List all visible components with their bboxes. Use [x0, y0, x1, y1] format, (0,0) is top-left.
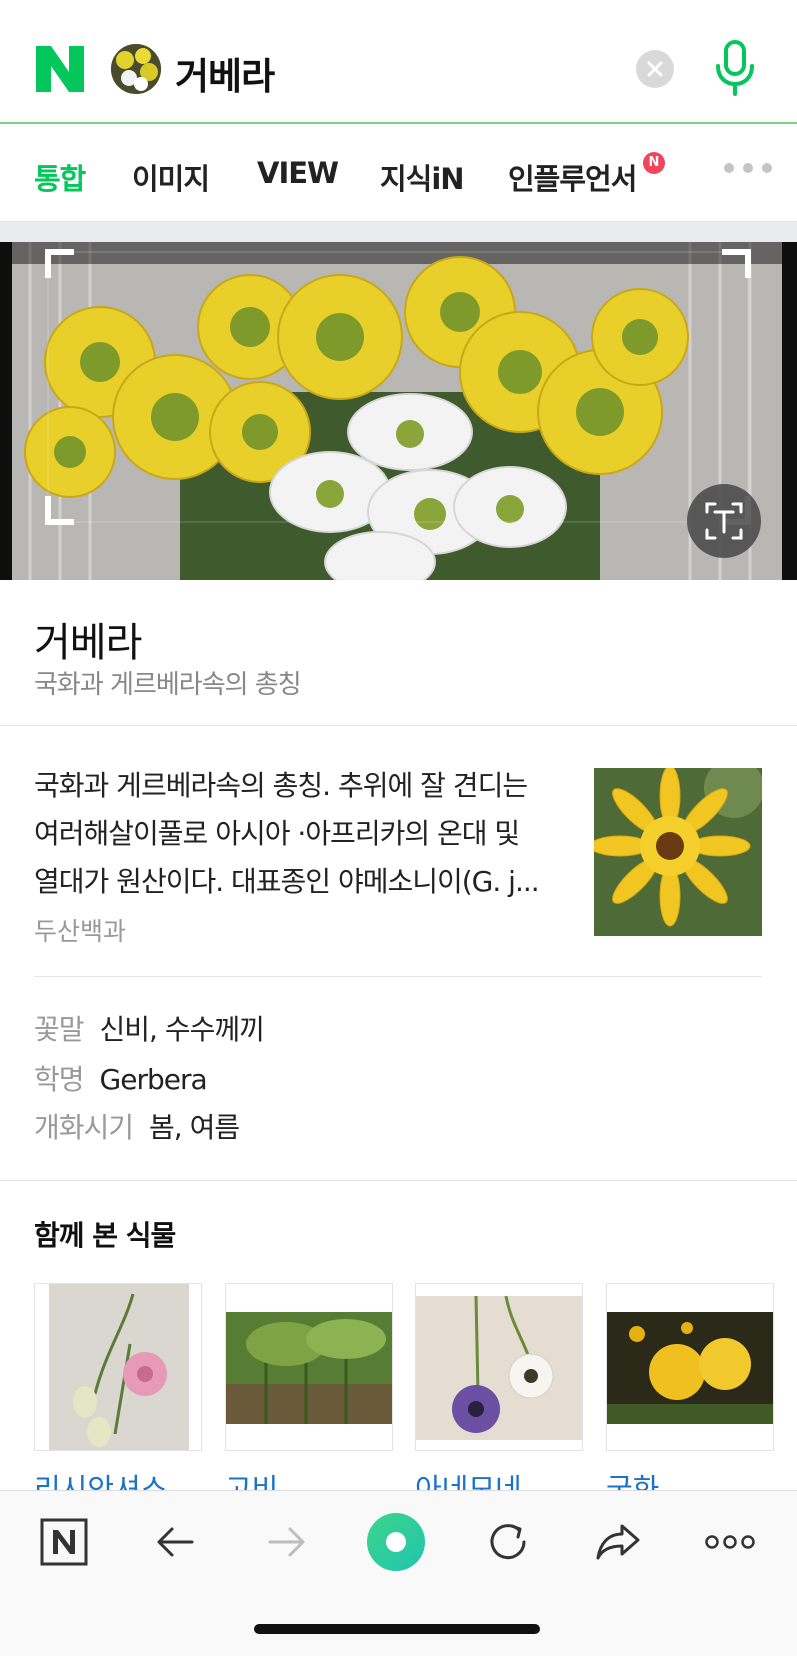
- plant-subtitle: 국화과 게르베라속의 총칭: [34, 670, 302, 700]
- share-icon[interactable]: [588, 1512, 648, 1572]
- tab-integrated[interactable]: 통합: [34, 156, 86, 198]
- divider: [34, 976, 762, 977]
- search-bar: 거베라: [0, 0, 797, 124]
- green-dot-icon[interactable]: [366, 1512, 426, 1572]
- refresh-icon[interactable]: [478, 1512, 538, 1572]
- info-value: 신비, 수수께끼: [99, 1013, 265, 1046]
- related-plant-card-lisianthus[interactable]: [34, 1283, 202, 1451]
- info-row-flower-language: 꽃말 신비, 수수께끼: [34, 1008, 265, 1048]
- text-recognition-icon[interactable]: [687, 484, 761, 558]
- info-row-scientific-name: 학명 Gerbera: [34, 1058, 208, 1098]
- gerbera-thumbnail[interactable]: [594, 768, 762, 936]
- encyclopedia-summary[interactable]: 국화과 게르베라속의 총칭. 추위에 잘 견디는 여러해살이풀로 아시아 ·아프…: [34, 762, 564, 948]
- tab-images[interactable]: 이미지: [132, 156, 210, 198]
- search-image-thumbnail[interactable]: [111, 44, 161, 94]
- tab-view[interactable]: VIEW: [257, 156, 339, 190]
- related-plant-card-anemone[interactable]: [415, 1283, 583, 1451]
- more-tabs-icon[interactable]: [722, 160, 774, 174]
- new-badge: N: [643, 152, 665, 174]
- search-tabs: 통합 이미지 VIEW 지식iN 인플루언서: [0, 126, 797, 222]
- tab-influencer[interactable]: 인플루언서: [508, 156, 637, 198]
- result-title-card: 거베라 국화과 게르베라속의 총칭: [0, 580, 797, 726]
- plant-name[interactable]: 거베라: [34, 610, 142, 668]
- info-label: 꽃말: [34, 1013, 85, 1046]
- section-divider: [0, 1180, 797, 1181]
- microphone-icon[interactable]: [710, 40, 760, 98]
- forward-icon[interactable]: [256, 1512, 316, 1572]
- related-plant-card-fern[interactable]: [225, 1283, 393, 1451]
- info-value: 봄, 여름: [149, 1111, 240, 1144]
- section-gap: [0, 222, 797, 244]
- related-plants-title: 함께 본 식물: [34, 1219, 176, 1252]
- source-label[interactable]: 두산백과: [34, 912, 564, 948]
- description-line: 여러해살이풀로 아시아 ·아프리카의 온대 및: [34, 817, 520, 850]
- description-line: 국화과 게르베라속의 총칭. 추위에 잘 견디는: [34, 769, 528, 802]
- naver-logo-icon[interactable]: [36, 46, 86, 92]
- info-value: Gerbera: [99, 1063, 208, 1096]
- related-plant-card-chrysanthemum[interactable]: [606, 1283, 774, 1451]
- more-icon[interactable]: [700, 1512, 760, 1572]
- info-label: 개화시기: [34, 1111, 134, 1144]
- description-line: 열대가 원산이다. 대표종인 야메소니이(G. j...: [34, 865, 540, 898]
- search-photo[interactable]: [0, 242, 797, 580]
- info-row-bloom-season: 개화시기 봄, 여름: [34, 1106, 240, 1146]
- search-query[interactable]: 거베라: [175, 46, 275, 100]
- home-indicator[interactable]: [254, 1624, 540, 1634]
- tab-knowledge-in[interactable]: 지식iN: [380, 156, 465, 198]
- back-icon[interactable]: [146, 1512, 206, 1572]
- home-icon[interactable]: [34, 1512, 94, 1572]
- info-label: 학명: [34, 1063, 85, 1096]
- clear-icon[interactable]: [636, 50, 674, 88]
